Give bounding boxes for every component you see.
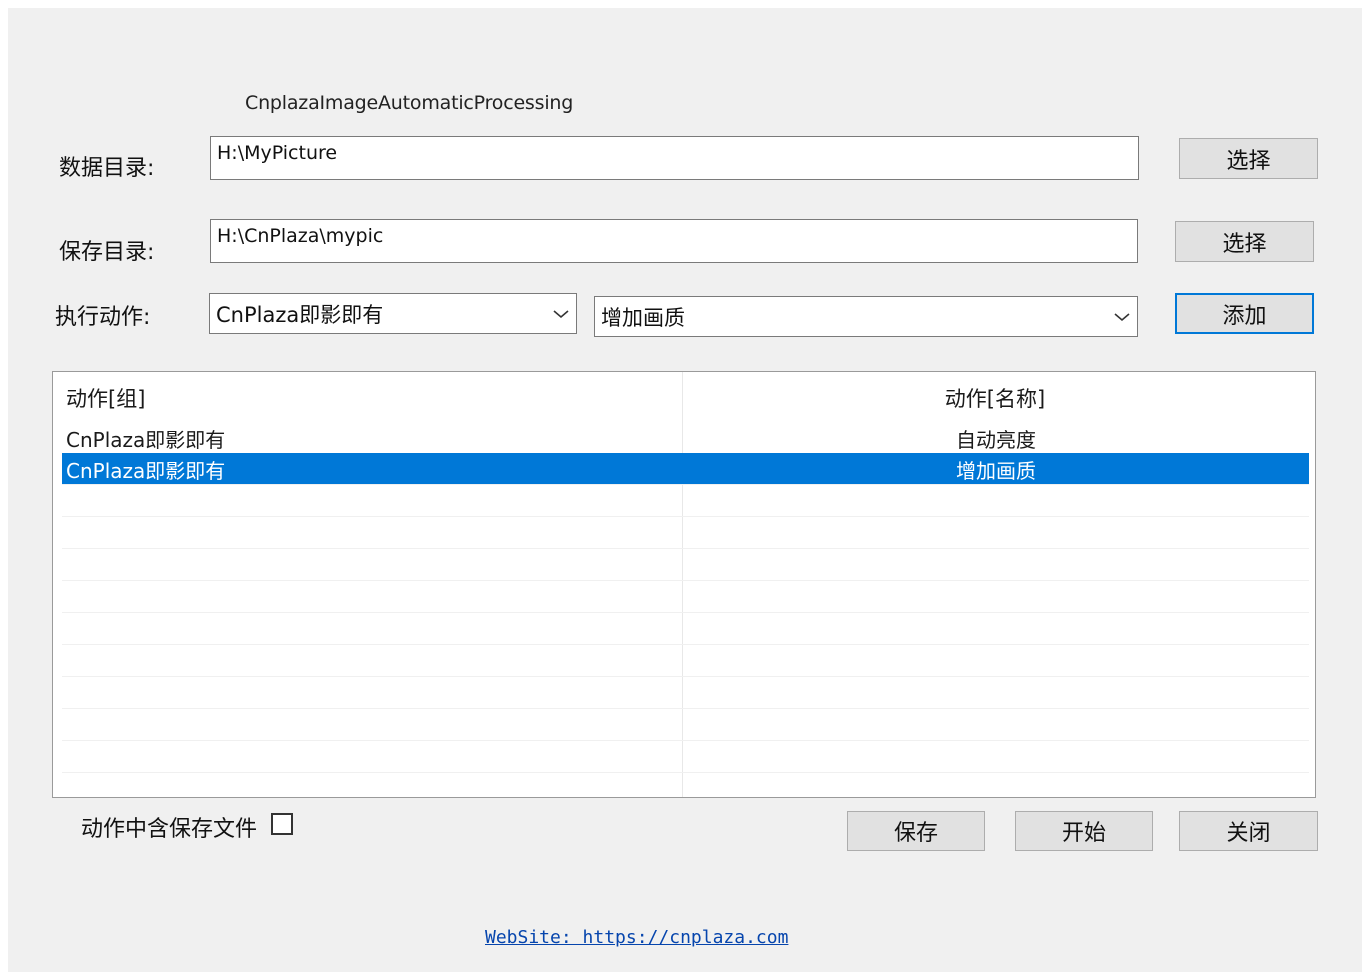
list-item-group: CnPlaza即影即有	[66, 459, 226, 483]
include-save-checkbox[interactable]	[271, 813, 293, 835]
add-action-button[interactable]: 添加	[1175, 293, 1314, 334]
save-button[interactable]: 保存	[847, 811, 985, 851]
save-dir-input[interactable]: H:\CnPlaza\mypic	[210, 219, 1138, 263]
action-list[interactable]: 动作[组] 动作[名称] CnPlaza即影即有 自动亮度 CnPlaza即影即…	[52, 371, 1316, 798]
action-name-value: 增加画质	[601, 305, 685, 330]
action-group-value: CnPlaza即影即有	[216, 302, 384, 327]
column-header-group[interactable]: 动作[组]	[66, 383, 145, 413]
website-link[interactable]: WebSite: https://cnplaza.com	[485, 927, 788, 948]
grid-line	[62, 644, 1309, 645]
grid-line	[62, 516, 1309, 517]
list-item-name: 增加画质	[956, 459, 1036, 483]
grid-line	[62, 740, 1309, 741]
app-title: CnplazaImageAutomaticProcessing	[245, 92, 574, 114]
data-dir-input[interactable]: H:\MyPicture	[210, 136, 1139, 180]
list-item[interactable]: CnPlaza即影即有 自动亮度	[62, 422, 1309, 454]
grid-line	[62, 612, 1309, 613]
column-header-name[interactable]: 动作[名称]	[683, 383, 1307, 413]
close-button[interactable]: 关闭	[1179, 811, 1318, 851]
grid-line	[62, 548, 1309, 549]
grid-line	[62, 676, 1309, 677]
save-dir-select-button[interactable]: 选择	[1175, 221, 1314, 262]
list-item-group: CnPlaza即影即有	[66, 428, 226, 452]
grid-line	[62, 708, 1309, 709]
save-dir-label: 保存目录:	[59, 240, 155, 265]
data-dir-select-button[interactable]: 选择	[1179, 138, 1318, 179]
list-header: 动作[组] 动作[名称]	[53, 372, 1315, 422]
grid-line	[62, 580, 1309, 581]
action-name-combo[interactable]: 增加画质	[594, 296, 1138, 337]
action-group-combo[interactable]: CnPlaza即影即有	[209, 293, 577, 334]
grid-line	[62, 772, 1309, 773]
data-dir-label: 数据目录:	[59, 156, 155, 181]
chevron-down-icon[interactable]	[1113, 311, 1131, 323]
list-item-selected[interactable]: CnPlaza即影即有 增加画质	[62, 453, 1309, 485]
main-window: CnplazaImageAutomaticProcessing 数据目录: H:…	[8, 8, 1362, 972]
start-button[interactable]: 开始	[1015, 811, 1153, 851]
list-item-name: 自动亮度	[956, 428, 1036, 452]
action-label: 执行动作:	[55, 305, 151, 330]
include-save-label: 动作中含保存文件	[81, 817, 258, 842]
chevron-down-icon[interactable]	[552, 308, 570, 320]
